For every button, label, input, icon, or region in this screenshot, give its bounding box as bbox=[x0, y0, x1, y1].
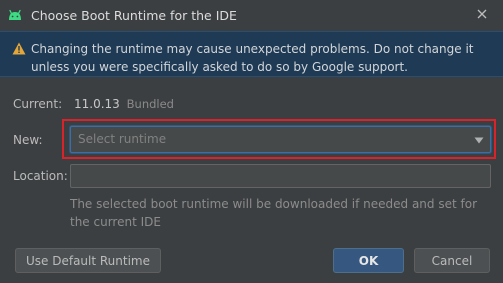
title-bar[interactable]: Choose Boot Runtime for the IDE bbox=[0, 0, 503, 30]
location-label: Location: bbox=[13, 169, 68, 183]
close-icon[interactable] bbox=[475, 7, 489, 21]
current-label: Current: bbox=[13, 97, 63, 111]
use-default-runtime-button[interactable]: Use Default Runtime bbox=[15, 248, 161, 273]
ok-button[interactable]: OK bbox=[333, 248, 404, 273]
bundled-tag: Bundled bbox=[126, 97, 174, 111]
choose-boot-runtime-dialog: Choose Boot Runtime for the IDE Changing… bbox=[0, 0, 503, 283]
runtime-select-placeholder: Select runtime bbox=[78, 132, 167, 146]
android-icon bbox=[9, 9, 21, 20]
warning-icon bbox=[12, 42, 26, 55]
warning-text: Changing the runtime may cause unexpecte… bbox=[31, 42, 474, 74]
dialog-title: Choose Boot Runtime for the IDE bbox=[31, 8, 237, 23]
current-version: 11.0.13 bbox=[74, 97, 120, 111]
chevron-down-icon bbox=[474, 137, 484, 144]
new-label: New: bbox=[13, 133, 43, 147]
location-hint: The selected boot runtime will be downlo… bbox=[70, 197, 477, 229]
warning-banner: Changing the runtime may cause unexpecte… bbox=[0, 31, 503, 77]
runtime-select[interactable]: Select runtime bbox=[70, 126, 491, 153]
location-field[interactable] bbox=[70, 164, 491, 188]
current-runtime: 11.0.13 Bundled bbox=[74, 97, 174, 111]
cancel-button[interactable]: Cancel bbox=[414, 248, 490, 273]
